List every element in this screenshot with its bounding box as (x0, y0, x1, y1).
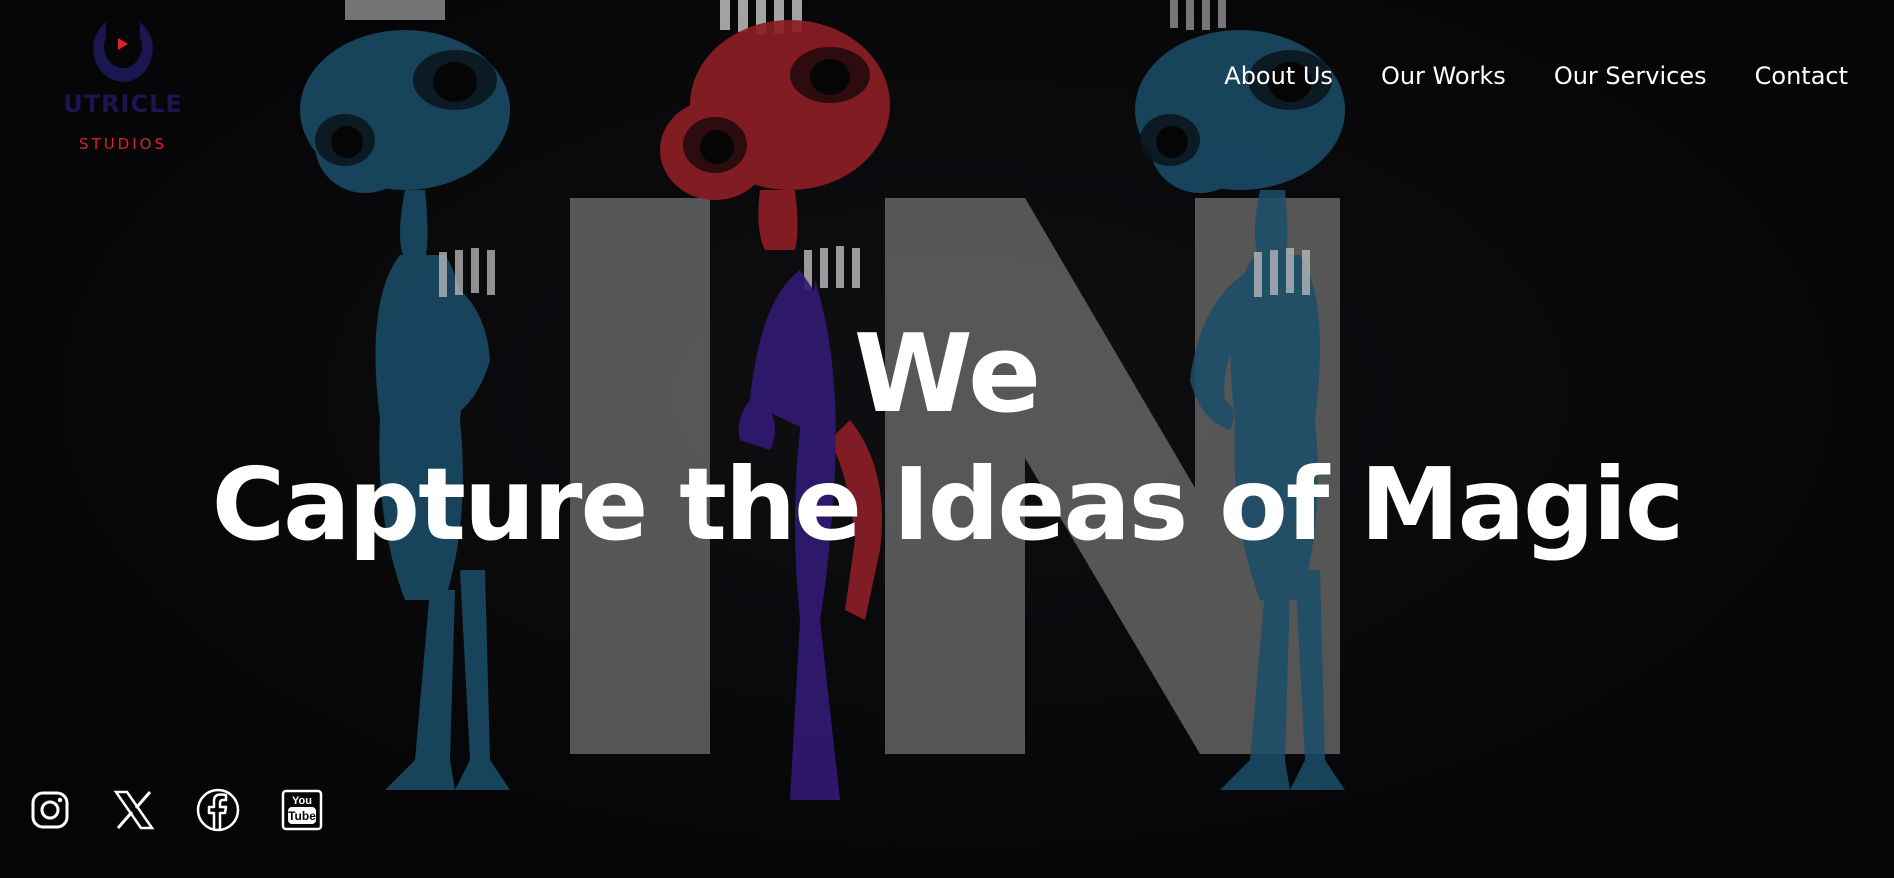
x-icon[interactable] (112, 788, 156, 832)
logo-wordmark: UTRICLE (63, 90, 183, 118)
social-links: You Tube (28, 788, 324, 832)
studio-logo[interactable]: UTRICLE STUDIOS (58, 16, 188, 152)
svg-text:You: You (292, 795, 312, 807)
nav-link-about-us[interactable]: About Us (1224, 62, 1333, 90)
nav-link-contact[interactable]: Contact (1755, 62, 1848, 90)
hero-background (0, 0, 1894, 878)
svg-text:Tube: Tube (288, 809, 316, 823)
logo-tagline: STUDIOS (79, 135, 167, 153)
hero-heading-line1: We (853, 312, 1042, 437)
background-overlay (0, 0, 1894, 878)
main-navigation: About Us Our Works Our Services Contact (1224, 62, 1848, 90)
instagram-icon[interactable] (28, 788, 72, 832)
youtube-icon[interactable]: You Tube (280, 788, 324, 832)
logo-play-icon (93, 22, 153, 82)
hero-heading-line2: Capture the Ideas of Magic (211, 446, 1685, 563)
nav-link-our-works[interactable]: Our Works (1381, 62, 1506, 90)
nav-link-our-services[interactable]: Our Services (1554, 62, 1707, 90)
facebook-icon[interactable] (196, 788, 240, 832)
